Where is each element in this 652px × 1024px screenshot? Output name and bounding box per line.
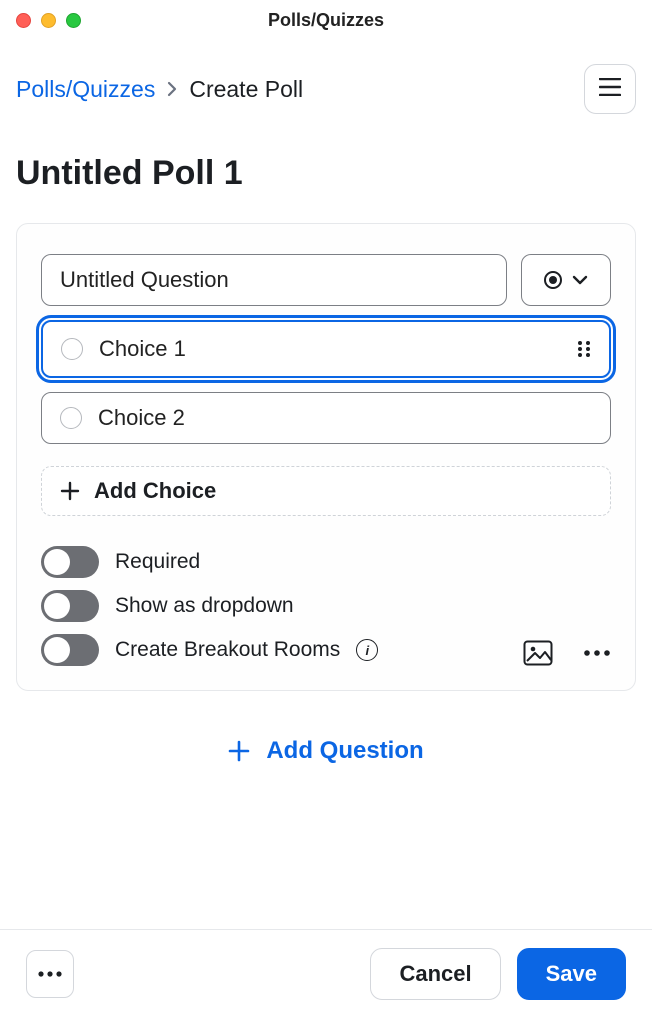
page-title: Untitled Poll 1 — [0, 114, 652, 223]
choice-row[interactable]: Choice 1 — [41, 320, 611, 378]
hamburger-menu-button[interactable] — [584, 64, 636, 114]
cancel-button[interactable]: Cancel — [370, 948, 500, 1000]
required-label: Required — [115, 550, 200, 574]
breadcrumb: Polls/Quizzes Create Poll — [16, 76, 303, 103]
card-actions — [503, 640, 611, 666]
required-toggle[interactable] — [41, 546, 99, 578]
save-button[interactable]: Save — [517, 948, 626, 1000]
breakout-toggle-row: Create Breakout Rooms i — [41, 634, 489, 666]
chevron-down-icon — [572, 275, 588, 285]
more-horizontal-icon — [37, 965, 63, 983]
single-choice-icon — [544, 271, 562, 289]
add-question-label: Add Question — [266, 737, 423, 765]
breadcrumb-root[interactable]: Polls/Quizzes — [16, 76, 155, 103]
choice-row[interactable]: Choice 2 — [41, 392, 611, 444]
hamburger-icon — [599, 78, 621, 101]
radio-empty-icon — [60, 407, 82, 429]
required-toggle-row: Required — [41, 546, 489, 578]
add-choice-button[interactable]: Add Choice — [41, 466, 611, 516]
plus-icon — [60, 481, 80, 501]
footer: Cancel Save — [0, 929, 652, 1024]
dropdown-toggle[interactable] — [41, 590, 99, 622]
question-type-selector[interactable] — [521, 254, 611, 306]
dropdown-label: Show as dropdown — [115, 594, 294, 618]
drag-handle-icon[interactable] — [577, 339, 591, 359]
breakout-toggle[interactable] — [41, 634, 99, 666]
breakout-label: Create Breakout Rooms — [115, 638, 340, 662]
window-title: Polls/Quizzes — [0, 10, 652, 31]
question-options-row: Required Show as dropdown Create Breakou… — [41, 546, 611, 666]
footer-more-button[interactable] — [26, 950, 74, 998]
question-card: Choice 1 Choice 2 Add Choice — [16, 223, 636, 691]
question-row — [41, 254, 611, 306]
breadcrumb-separator-icon — [167, 76, 177, 103]
image-icon[interactable] — [523, 640, 553, 666]
toggle-list: Required Show as dropdown Create Breakou… — [41, 546, 489, 666]
plus-icon — [228, 740, 250, 762]
choice-label: Choice 2 — [98, 405, 185, 431]
question-title-input[interactable] — [41, 254, 507, 306]
poll-editor-window: Polls/Quizzes Polls/Quizzes Create Poll … — [0, 0, 652, 1024]
info-icon[interactable]: i — [356, 639, 378, 661]
dropdown-toggle-row: Show as dropdown — [41, 590, 489, 622]
choice-label: Choice 1 — [99, 336, 186, 362]
radio-empty-icon — [61, 338, 83, 360]
breadcrumb-current: Create Poll — [189, 76, 303, 103]
add-question-button[interactable]: Add Question — [0, 737, 652, 765]
more-horizontal-icon[interactable] — [583, 649, 611, 657]
breadcrumb-row: Polls/Quizzes Create Poll — [0, 40, 652, 114]
footer-actions: Cancel Save — [370, 948, 626, 1000]
titlebar: Polls/Quizzes — [0, 0, 652, 40]
add-choice-label: Add Choice — [94, 478, 216, 504]
